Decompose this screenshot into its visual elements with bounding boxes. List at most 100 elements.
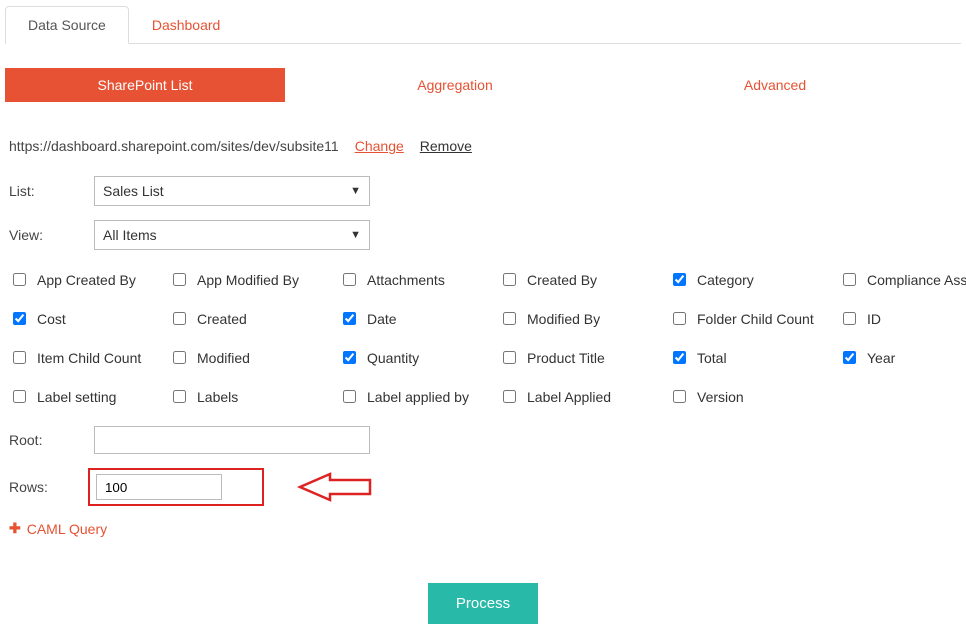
checkbox-label: Label setting [37, 389, 116, 405]
checkbox-label: App Modified By [197, 272, 299, 288]
checkbox-row: Item Child Count Modified Quantity Produ… [9, 348, 961, 367]
list-select[interactable]: Sales List ▼ [94, 176, 370, 206]
checkbox-label-setting[interactable]: Label setting [9, 387, 169, 406]
checkbox-label-applied[interactable]: Label Applied [499, 387, 669, 406]
view-select[interactable]: All Items ▼ [94, 220, 370, 250]
view-select-value: All Items [103, 227, 157, 243]
remove-link[interactable]: Remove [420, 138, 472, 154]
tab-dashboard[interactable]: Dashboard [129, 6, 244, 44]
checkbox-label: Year [867, 350, 895, 366]
arrow-left-icon [292, 472, 372, 502]
checkbox-label: Product Title [527, 350, 605, 366]
checkbox-input[interactable] [13, 273, 26, 286]
plus-icon: ✚ [9, 520, 21, 537]
checkbox-label: Modified [197, 350, 250, 366]
checkbox-input[interactable] [673, 273, 686, 286]
checkbox-label: Folder Child Count [697, 311, 814, 327]
checkbox-label-applied-by[interactable]: Label applied by [339, 387, 499, 406]
checkbox-input[interactable] [503, 312, 516, 325]
checkbox-input[interactable] [503, 273, 516, 286]
checkbox-input[interactable] [13, 390, 26, 403]
checkbox-modified-by[interactable]: Modified By [499, 309, 669, 328]
checkbox-created[interactable]: Created [169, 309, 339, 328]
checkbox-input[interactable] [673, 351, 686, 364]
caret-down-icon: ▼ [350, 185, 361, 197]
section-tab-sharepoint-list[interactable]: SharePoint List [5, 68, 285, 102]
checkbox-app-modified-by[interactable]: App Modified By [169, 270, 339, 289]
checkbox-label: Cost [37, 311, 66, 327]
rows-label: Rows: [9, 479, 94, 495]
checkbox-input[interactable] [13, 351, 26, 364]
checkbox-id[interactable]: ID [839, 309, 966, 328]
rows-input[interactable] [96, 474, 222, 500]
checkbox-date[interactable]: Date [339, 309, 499, 328]
checkbox-input[interactable] [503, 351, 516, 364]
checkbox-label: Attachments [367, 272, 445, 288]
checkbox-created-by[interactable]: Created By [499, 270, 669, 289]
checkbox-input[interactable] [343, 273, 356, 286]
caml-query-label: CAML Query [27, 521, 107, 537]
section-tab-bar: SharePoint List Aggregation Advanced [5, 68, 961, 102]
list-select-value: Sales List [103, 183, 164, 199]
checkbox-app-created-by[interactable]: App Created By [9, 270, 169, 289]
caret-down-icon: ▼ [350, 229, 361, 241]
checkbox-total[interactable]: Total [669, 348, 839, 367]
checkbox-year[interactable]: Year [839, 348, 966, 367]
checkbox-label: Category [697, 272, 754, 288]
view-label: View: [9, 227, 94, 243]
top-tab-bar: Data Source Dashboard [5, 6, 961, 44]
change-link[interactable]: Change [355, 138, 404, 154]
root-label: Root: [9, 432, 94, 448]
checkbox-cost[interactable]: Cost [9, 309, 169, 328]
rows-highlight-box [88, 468, 264, 506]
checkbox-label: Item Child Count [37, 350, 141, 366]
checkbox-compliance-asset-id[interactable]: Compliance Asset Id [839, 270, 966, 289]
checkbox-input[interactable] [673, 312, 686, 325]
checkbox-attachments[interactable]: Attachments [339, 270, 499, 289]
checkbox-folder-child-count[interactable]: Folder Child Count [669, 309, 839, 328]
checkbox-input[interactable] [503, 390, 516, 403]
section-tab-aggregation[interactable]: Aggregation [285, 68, 625, 102]
checkbox-input[interactable] [173, 390, 186, 403]
checkbox-input[interactable] [843, 351, 856, 364]
process-button[interactable]: Process [428, 583, 538, 624]
checkbox-input[interactable] [343, 390, 356, 403]
site-url-text: https://dashboard.sharepoint.com/sites/d… [9, 138, 339, 154]
url-row: https://dashboard.sharepoint.com/sites/d… [9, 138, 961, 154]
checkbox-input[interactable] [343, 351, 356, 364]
checkbox-version[interactable]: Version [669, 387, 839, 406]
checkbox-item-child-count[interactable]: Item Child Count [9, 348, 169, 367]
checkbox-label: Label Applied [527, 389, 611, 405]
checkbox-input[interactable] [343, 312, 356, 325]
checkbox-product-title[interactable]: Product Title [499, 348, 669, 367]
checkbox-row: Cost Created Date Modified By Folder Chi… [9, 309, 961, 328]
root-input[interactable] [94, 426, 370, 454]
fields-checkbox-grid: App Created By App Modified By Attachmen… [9, 270, 961, 406]
checkbox-input[interactable] [673, 390, 686, 403]
checkbox-labels[interactable]: Labels [169, 387, 339, 406]
list-label: List: [9, 183, 94, 199]
checkbox-label: Created By [527, 272, 597, 288]
checkbox-modified[interactable]: Modified [169, 348, 339, 367]
checkbox-label: Label applied by [367, 389, 469, 405]
checkbox-label: Modified By [527, 311, 600, 327]
checkbox-input[interactable] [13, 312, 26, 325]
section-tab-advanced[interactable]: Advanced [625, 68, 925, 102]
checkbox-input[interactable] [843, 273, 856, 286]
checkbox-input[interactable] [843, 312, 856, 325]
checkbox-input[interactable] [173, 312, 186, 325]
checkbox-category[interactable]: Category [669, 270, 839, 289]
checkbox-input[interactable] [173, 351, 186, 364]
checkbox-label: Total [697, 350, 727, 366]
checkbox-row: App Created By App Modified By Attachmen… [9, 270, 961, 289]
tab-data-source[interactable]: Data Source [5, 6, 129, 44]
checkbox-label: Compliance Asset Id [867, 272, 966, 288]
caml-query-link[interactable]: ✚ CAML Query [9, 520, 961, 537]
checkbox-label: Labels [197, 389, 238, 405]
checkbox-label: Created [197, 311, 247, 327]
checkbox-input[interactable] [173, 273, 186, 286]
checkbox-label: Quantity [367, 350, 419, 366]
checkbox-row: Label setting Labels Label applied by La… [9, 387, 961, 406]
checkbox-quantity[interactable]: Quantity [339, 348, 499, 367]
checkbox-label: App Created By [37, 272, 136, 288]
